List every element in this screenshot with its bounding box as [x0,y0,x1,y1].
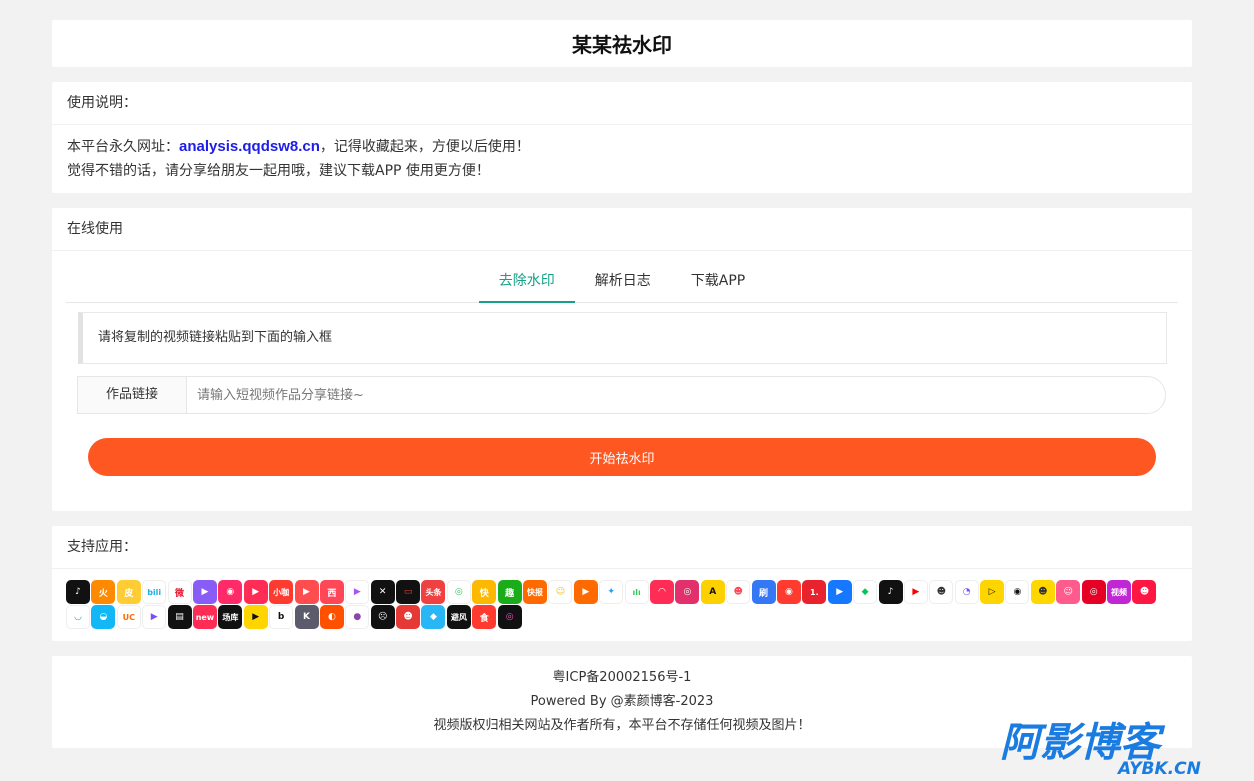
maomao-icon: ☻ [929,580,954,604]
toutiao-icon: 头条 [421,580,446,604]
qq-kankan-icon: ☺ [548,580,573,604]
link-input[interactable] [186,376,1166,414]
duanzi-icon: ▭ [396,580,421,604]
k-icon: K [294,605,319,629]
kuaibao-icon: 快报 [523,580,548,604]
yellow-play-icon: ▷ [980,580,1005,604]
xiaokaxiu-icon: 小咖 [269,580,294,604]
tab-bar: 去除水印 解析日志 下载APP [66,260,1178,303]
ayingblog-watermark: 阿影博客 AYBK.CN [1000,720,1201,776]
qq-icon: ◒ [91,605,116,629]
pipixia-icon: 皮 [116,580,141,604]
weishi-icon: ▶ [192,580,217,604]
haokan-icon: ▶ [243,580,268,604]
kuai-icon: 快 [472,580,497,604]
douyin-icon: ♪ [66,580,90,604]
b-icon: b [269,605,294,629]
usage-card: 使用说明： 本平台永久网址：analysis.qqdsw8.cn，记得收藏起来，… [52,82,1192,193]
site-url-link[interactable]: analysis.qqdsw8.cn [179,138,320,155]
instagram-icon: ◎ [675,580,700,604]
icp-text: 粤ICP备20002156号-1 [552,670,692,685]
bilibili-icon: bili [142,580,167,604]
iqiyi-icon: ◆ [853,580,878,604]
link-field-label: 作品链接 [77,376,186,414]
ball-icon: ● [345,605,370,629]
netease-icon: ◎ [1081,580,1106,604]
lvzhou-icon: ◎ [446,580,471,604]
usage-line-1: 本平台永久网址：analysis.qqdsw8.cn，记得收藏起来，方便以后使用… [67,135,1177,159]
jianying-icon: ✕ [370,580,395,604]
monkey-icon: ☻ [396,605,421,629]
zuiyou-icon: ▶ [294,580,319,604]
title-card: 某某祛水印 [52,20,1192,67]
weibo-icon: 微 [167,580,192,604]
girl-icon: ☺ [1056,580,1081,604]
tiktok-icon: ♪ [878,580,903,604]
lvyou-icon: ılı [624,580,649,604]
huoshan-icon: 火 [91,580,116,604]
online-heading: 在线使用 [52,208,1192,251]
youtube-icon: ▶ [903,580,928,604]
page-title: 某某祛水印 [572,33,672,57]
meme-icon: ☻ [1030,580,1055,604]
shi-icon: 食 [472,605,497,629]
ring-icon: ◎ [497,605,522,629]
acfun-icon: A [700,580,725,604]
shua-icon: 刷 [751,580,776,604]
mask-icon: ☻ [1132,580,1157,604]
usage-line-1-prefix: 本平台永久网址： [67,139,179,155]
usage-body: 本平台永久网址：analysis.qqdsw8.cn，记得收藏起来，方便以后使用… [52,125,1192,193]
start-remove-button[interactable]: 开始祛水印 [88,438,1156,476]
circle-play-icon: ▶ [243,605,268,629]
tab-parse-log[interactable]: 解析日志 [575,260,671,301]
tab-remove-watermark[interactable]: 去除水印 [478,260,575,303]
kuaishou-icon: ◐ [319,605,344,629]
uc-icon: UC [116,605,141,629]
usage-line-2: 觉得不错的话，请分享给朋友一起用哦，建议下载APP 使用更方便！ [67,163,490,179]
momo-icon: ◠ [649,580,674,604]
qutoutiao-icon: 趣 [497,580,522,604]
stripe-icon: ▤ [167,605,192,629]
paste-tip: 请将复制的视频链接粘贴到下面的输入框 [78,312,1167,364]
new-icon: new [192,605,217,629]
face-black-icon: ☹ [370,605,395,629]
apps-card: 支持应用： ♪ 火皮 bili 微 ▶ ◉ ▶ 小咖 ▶ 西 ▶ ✕ ▭ 头条 ◎ 快趣快报 ☺ ▶ ✦ ılı ◠ ◎ A… [52,526,1192,641]
youku-icon: ▶ [573,580,598,604]
live-icon: ◉ [776,580,801,604]
tencent-video-icon: ▶ [142,605,167,629]
online-card: 在线使用 去除水印 解析日志 下载APP 请将复制的视频链接粘贴到下面的输入框 … [52,208,1192,511]
twitter-icon: ✦ [599,580,624,604]
play-icon: ▶ [827,580,852,604]
chat-icon: ◔ [954,580,979,604]
meipai-icon: ◉ [218,580,243,604]
usage-heading: 使用说明： [52,82,1192,125]
powered-text: Powered By @素颜博客-2023 [530,694,714,709]
tab-download-app[interactable]: 下载APP [671,260,765,301]
bowl-icon: ◡ [66,605,90,629]
watermark-text-en: AYBK.CN [1116,759,1201,776]
supported-apps-list: ♪ 火皮 bili 微 ▶ ◉ ▶ 小咖 ▶ 西 ▶ ✕ ▭ 头条 ◎ 快趣快报 ☺ ▶ ✦ ılı ◠ ◎ A ☻ 刷 ◉ 1. ▶… [66,580,1176,629]
drop-icon: ◆ [421,605,446,629]
yi-icon: 1. [802,580,827,604]
quanmin-icon: ▶ [345,580,370,604]
xigua-icon: 西 [319,580,344,604]
face-icon: ☻ [726,580,751,604]
shipin-icon: 视频 [1107,580,1132,604]
camera-icon: ◉ [1005,580,1030,604]
apps-heading: 支持应用： [52,526,1192,569]
changku-icon: 场库 [218,605,243,629]
link-field: 作品链接 [77,376,1166,414]
bifeng-icon: 避风 [446,605,471,629]
usage-line-1-suffix: ，记得收藏起来，方便以后使用！ [319,139,530,155]
